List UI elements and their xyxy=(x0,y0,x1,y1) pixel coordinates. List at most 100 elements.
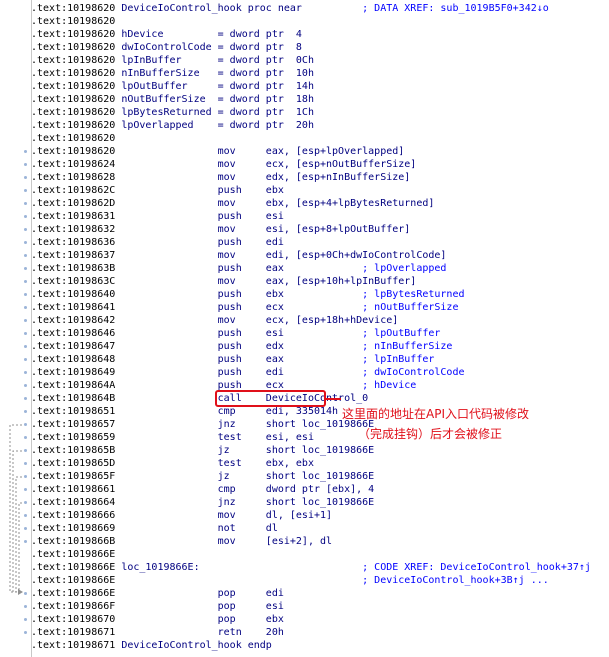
breakpoint-dot-icon[interactable] xyxy=(24,280,27,283)
breakpoint-dot-icon[interactable] xyxy=(24,514,27,517)
breakpoint-dot-icon[interactable] xyxy=(24,384,27,387)
code-line[interactable]: .text:10198620 lpOverlapped = dword ptr … xyxy=(31,119,314,132)
instruction-text: pop edi xyxy=(115,588,284,599)
breakpoint-dot-icon[interactable] xyxy=(24,150,27,153)
code-line[interactable]: .text:1019863B push eax ; lpOverlapped xyxy=(31,262,446,275)
breakpoint-dot-icon[interactable] xyxy=(24,267,27,270)
code-line[interactable]: .text:10198657 jnz short loc_1019866E xyxy=(31,418,374,431)
comment-text: ; dwIoControlCode xyxy=(362,367,465,378)
code-line[interactable]: .text:10198636 push edi xyxy=(31,236,284,249)
code-line[interactable]: .text:1019865D test ebx, ebx xyxy=(31,457,314,470)
code-line[interactable]: .text:10198659 test esi, esi xyxy=(31,431,314,444)
breakpoint-dot-icon[interactable] xyxy=(24,449,27,452)
breakpoint-dot-icon[interactable] xyxy=(24,592,27,595)
breakpoint-dot-icon[interactable] xyxy=(24,254,27,257)
breakpoint-dot-icon[interactable] xyxy=(24,202,27,205)
code-line[interactable]: .text:10198670 pop ebx xyxy=(31,613,284,626)
code-line[interactable]: .text:10198637 mov edi, [esp+0Ch+dwIoCon… xyxy=(31,249,446,262)
breakpoint-dot-icon[interactable] xyxy=(24,189,27,192)
breakpoint-dot-icon[interactable] xyxy=(24,488,27,491)
comment-text: ; lpOverlapped xyxy=(362,263,447,274)
code-line[interactable]: .text:10198620 dwIoControlCode = dword p… xyxy=(31,41,302,54)
code-line[interactable]: .text:10198624 mov ecx, [esp+nOutBufferS… xyxy=(31,158,416,171)
address-label: .text:1019866E xyxy=(31,549,116,560)
instruction-text: push ecx xyxy=(115,302,363,313)
annotation-connector xyxy=(326,398,341,400)
instruction-text: cmp edi, 335014h xyxy=(115,406,339,417)
code-line[interactable]: .text:10198642 mov ecx, [esp+18h+hDevice… xyxy=(31,314,398,327)
code-line[interactable]: .text:10198620 lpOutBuffer = dword ptr 1… xyxy=(31,80,314,93)
code-line[interactable]: .text:10198620 DeviceIoControl_hook proc… xyxy=(31,2,549,15)
breakpoint-dot-icon[interactable] xyxy=(24,176,27,179)
breakpoint-dot-icon[interactable] xyxy=(24,371,27,374)
code-line[interactable]: .text:10198640 push ebx ; lpBytesReturne… xyxy=(31,288,465,301)
breakpoint-dot-icon[interactable] xyxy=(24,410,27,413)
code-line[interactable]: .text:10198648 push eax ; lpInBuffer xyxy=(31,353,434,366)
breakpoint-dot-icon[interactable] xyxy=(24,501,27,504)
code-line[interactable]: .text:1019865F jz short loc_1019866E xyxy=(31,470,374,483)
breakpoint-dot-icon[interactable] xyxy=(24,241,27,244)
code-line[interactable]: .text:10198620 mov eax, [esp+lpOverlappe… xyxy=(31,145,404,158)
address-label: .text:1019865D xyxy=(31,458,116,469)
annotation-line-2: （完成挂钩）后才会被修正 xyxy=(358,427,503,441)
code-line[interactable]: .text:10198632 mov esi, [esp+8+lpOutBuff… xyxy=(31,223,410,236)
breakpoint-dot-icon[interactable] xyxy=(24,397,27,400)
code-line[interactable]: .text:10198620 xyxy=(31,15,115,28)
code-line[interactable]: .text:1019866B mov [esi+2], dl xyxy=(31,535,332,548)
code-line[interactable]: .text:1019866E pop edi xyxy=(31,587,284,600)
address-label: .text:1019863B xyxy=(31,263,116,274)
code-line[interactable]: .text:10198649 push edi ; dwIoControlCod… xyxy=(31,366,465,379)
code-line[interactable]: .text:10198661 cmp dword ptr [ebx], 4 xyxy=(31,483,374,496)
breakpoint-dot-icon[interactable] xyxy=(24,618,27,621)
breakpoint-dot-icon[interactable] xyxy=(24,228,27,231)
instruction-text: nOutBufferSize = dword ptr 18h xyxy=(115,94,314,105)
code-line[interactable]: .text:10198620 hDevice = dword ptr 4 xyxy=(31,28,302,41)
breakpoint-dot-icon[interactable] xyxy=(24,631,27,634)
code-line[interactable]: .text:10198664 jnz short loc_1019866E xyxy=(31,496,374,509)
address-label: .text:10198671 xyxy=(31,640,116,651)
breakpoint-dot-icon[interactable] xyxy=(24,605,27,608)
breakpoint-dot-icon[interactable] xyxy=(24,163,27,166)
code-line[interactable]: .text:1019866F pop esi xyxy=(31,600,284,613)
breakpoint-dot-icon[interactable] xyxy=(24,475,27,478)
jump-arrows xyxy=(9,424,23,595)
code-line[interactable]: .text:10198646 push esi ; lpOutBuffer xyxy=(31,327,440,340)
code-line[interactable]: .text:10198671 DeviceIoControl_hook endp xyxy=(31,639,272,652)
code-line[interactable]: .text:10198620 xyxy=(31,132,115,145)
code-line[interactable]: .text:1019862C push ebx xyxy=(31,184,284,197)
breakpoint-dot-icon[interactable] xyxy=(24,332,27,335)
breakpoint-dot-icon[interactable] xyxy=(24,527,27,530)
breakpoint-dot-icon[interactable] xyxy=(24,423,27,426)
breakpoint-dot-icon[interactable] xyxy=(24,215,27,218)
address-label: .text:10198624 xyxy=(31,159,116,170)
instruction-text: hDevice = dword ptr 4 xyxy=(115,29,302,40)
breakpoint-dot-icon[interactable] xyxy=(24,358,27,361)
code-line[interactable]: .text:10198620 nInBufferSize = dword ptr… xyxy=(31,67,314,80)
breakpoint-dot-icon[interactable] xyxy=(24,462,27,465)
code-line[interactable]: .text:10198620 lpInBuffer = dword ptr 0C… xyxy=(31,54,314,67)
code-line[interactable]: .text:10198647 push edx ; nInBufferSize xyxy=(31,340,452,353)
breakpoint-dot-icon[interactable] xyxy=(24,319,27,322)
code-line[interactable]: .text:10198631 push esi xyxy=(31,210,284,223)
breakpoint-dot-icon[interactable] xyxy=(24,306,27,309)
code-line[interactable]: .text:10198669 not dl xyxy=(31,522,278,535)
code-line[interactable]: .text:10198620 nOutBufferSize = dword pt… xyxy=(31,93,314,106)
address-label: .text:10198631 xyxy=(31,211,116,222)
breakpoint-dot-icon[interactable] xyxy=(24,436,27,439)
breakpoint-dot-icon[interactable] xyxy=(24,345,27,348)
code-line[interactable]: .text:10198628 mov edx, [esp+nInBufferSi… xyxy=(31,171,410,184)
code-line[interactable]: .text:1019862D mov ebx, [esp+4+lpBytesRe… xyxy=(31,197,434,210)
disassembly-view[interactable]: .text:10198620 DeviceIoControl_hook proc… xyxy=(0,0,609,657)
code-line[interactable]: .text:10198641 push ecx ; nOutBufferSize xyxy=(31,301,458,314)
code-line[interactable]: .text:1019865B jz short loc_1019866E xyxy=(31,444,374,457)
code-line[interactable]: .text:10198671 retn 20h xyxy=(31,626,284,639)
code-line[interactable]: .text:10198620 lpBytesReturned = dword p… xyxy=(31,106,314,119)
breakpoint-dot-icon[interactable] xyxy=(24,540,27,543)
code-line[interactable]: .text:1019866E loc_1019866E: ; CODE XREF… xyxy=(31,561,591,574)
code-line[interactable]: .text:1019866E ; DeviceIoControl_hook+3B… xyxy=(31,574,549,587)
code-line[interactable]: .text:1019863C mov eax, [esp+10h+lpInBuf… xyxy=(31,275,416,288)
code-line[interactable]: .text:10198666 mov dl, [esi+1] xyxy=(31,509,332,522)
breakpoint-dot-icon[interactable] xyxy=(24,293,27,296)
address-label: .text:10198641 xyxy=(31,302,116,313)
code-line[interactable]: .text:1019866E xyxy=(31,548,115,561)
